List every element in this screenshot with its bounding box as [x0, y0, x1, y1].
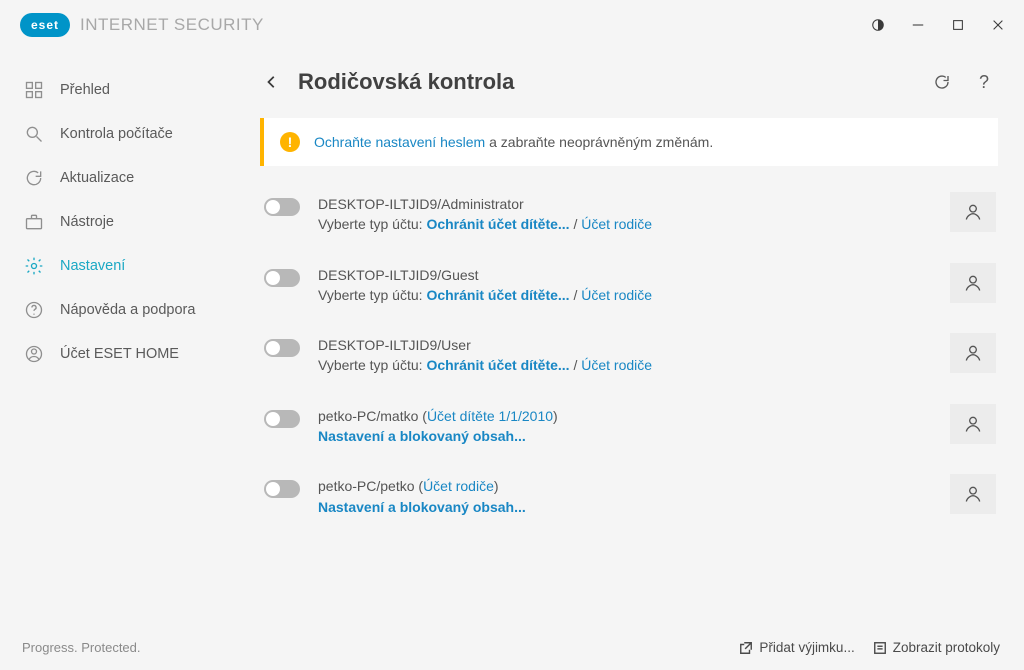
account-name: DESKTOP-ILTJID9/Administrator — [318, 194, 932, 214]
account-role-link[interactable]: Účet rodiče — [423, 478, 494, 494]
footer-tagline: Progress. Protected. — [22, 640, 141, 655]
briefcase-icon — [24, 212, 44, 232]
protect-child-link[interactable]: Ochránit účet dítěte... — [426, 357, 569, 373]
account-user-button[interactable] — [950, 404, 996, 444]
protect-child-link[interactable]: Ochránit účet dítěte... — [426, 287, 569, 303]
password-notice: ! Ochraňte nastavení heslem a zabraňte n… — [260, 118, 998, 166]
refresh-page-button[interactable] — [928, 68, 956, 96]
titlebar: eset INTERNET SECURITY — [0, 0, 1024, 50]
gear-icon — [24, 256, 44, 276]
sidebar: Přehled Kontrola počítače Aktualizace Ná… — [0, 50, 250, 625]
show-logs-link[interactable]: Zobrazit protokoly — [873, 640, 1000, 655]
account-icon — [24, 344, 44, 364]
maximize-button[interactable] — [938, 5, 978, 45]
page-title: Rodičovská kontrola — [298, 69, 914, 95]
account-toggle[interactable] — [264, 198, 300, 216]
account-toggle[interactable] — [264, 410, 300, 428]
sidebar-item-label: Nápověda a podpora — [60, 302, 195, 318]
sidebar-item-label: Účet ESET HOME — [60, 346, 179, 362]
back-button[interactable] — [260, 70, 284, 94]
account-row: DESKTOP-ILTJID9/Administrator Vyberte typ… — [262, 186, 996, 257]
theme-icon[interactable] — [858, 5, 898, 45]
account-toggle[interactable] — [264, 269, 300, 287]
close-button[interactable] — [978, 5, 1018, 45]
account-user-button[interactable] — [950, 333, 996, 373]
help-icon — [24, 300, 44, 320]
help-page-button[interactable]: ? — [970, 68, 998, 96]
sidebar-item-label: Nastavení — [60, 258, 125, 274]
separator: / — [570, 216, 582, 232]
account-name: DESKTOP-ILTJID9/Guest — [318, 265, 932, 285]
account-toggle[interactable] — [264, 480, 300, 498]
warning-icon: ! — [280, 132, 300, 152]
account-name: DESKTOP-ILTJID9/User — [318, 335, 932, 355]
sidebar-item-label: Přehled — [60, 82, 110, 98]
sidebar-item-label: Aktualizace — [60, 170, 134, 186]
sidebar-item-settings[interactable]: Nastavení — [0, 244, 250, 288]
account-row: DESKTOP-ILTJID9/Guest Vyberte typ účtu: O… — [262, 257, 996, 328]
sidebar-item-update[interactable]: Aktualizace — [0, 156, 250, 200]
account-row: DESKTOP-ILTJID9/User Vyberte typ účtu: Oc… — [262, 327, 996, 398]
refresh-icon — [24, 168, 44, 188]
separator: / — [570, 287, 582, 303]
select-type-label: Vyberte typ účtu: — [318, 216, 426, 232]
select-type-label: Vyberte typ účtu: — [318, 287, 426, 303]
sidebar-item-help[interactable]: Nápověda a podpora — [0, 288, 250, 332]
account-row: petko-PC/petko (Účet rodiče) Nastavení a … — [262, 468, 996, 539]
settings-blocked-link[interactable]: Nastavení a blokovaný obsah... — [318, 428, 526, 444]
sidebar-item-overview[interactable]: Přehled — [0, 68, 250, 112]
settings-blocked-link[interactable]: Nastavení a blokovaný obsah... — [318, 499, 526, 515]
account-name: petko-PC/petko (Účet rodiče) — [318, 476, 932, 496]
magnifier-icon — [24, 124, 44, 144]
accounts-list: DESKTOP-ILTJID9/Administrator Vyberte typ… — [260, 186, 998, 539]
footer: Progress. Protected. Přidat výjimku... Z… — [0, 625, 1024, 670]
account-user-button[interactable] — [950, 192, 996, 232]
account-role-link[interactable]: Účet dítěte 1/1/2010 — [427, 408, 553, 424]
separator: / — [570, 357, 582, 373]
account-toggle[interactable] — [264, 339, 300, 357]
account-name: petko-PC/matko (Účet dítěte 1/1/2010) — [318, 406, 932, 426]
sidebar-item-label: Kontrola počítače — [60, 126, 173, 142]
grid-icon — [24, 80, 44, 100]
minimize-button[interactable] — [898, 5, 938, 45]
product-name: INTERNET SECURITY — [80, 15, 264, 35]
brand-badge: eset — [20, 13, 70, 37]
add-exception-link[interactable]: Přidat výjimku... — [739, 640, 854, 655]
protect-child-link[interactable]: Ochránit účet dítěte... — [426, 216, 569, 232]
parent-account-link[interactable]: Účet rodiče — [581, 216, 652, 232]
account-row: petko-PC/matko (Účet dítěte 1/1/2010) Nas… — [262, 398, 996, 469]
sidebar-item-account[interactable]: Účet ESET HOME — [0, 332, 250, 376]
sidebar-item-label: Nástroje — [60, 214, 114, 230]
notice-text: a zabraňte neoprávněným změnám. — [485, 134, 713, 150]
account-user-button[interactable] — [950, 474, 996, 514]
parent-account-link[interactable]: Účet rodiče — [581, 357, 652, 373]
sidebar-item-scan[interactable]: Kontrola počítače — [0, 112, 250, 156]
account-user-button[interactable] — [950, 263, 996, 303]
sidebar-item-tools[interactable]: Nástroje — [0, 200, 250, 244]
select-type-label: Vyberte typ účtu: — [318, 357, 426, 373]
parent-account-link[interactable]: Účet rodiče — [581, 287, 652, 303]
protect-password-link[interactable]: Ochraňte nastavení heslem — [314, 134, 485, 150]
main-content: Rodičovská kontrola ? ! Ochraňte nastave… — [250, 50, 1024, 625]
